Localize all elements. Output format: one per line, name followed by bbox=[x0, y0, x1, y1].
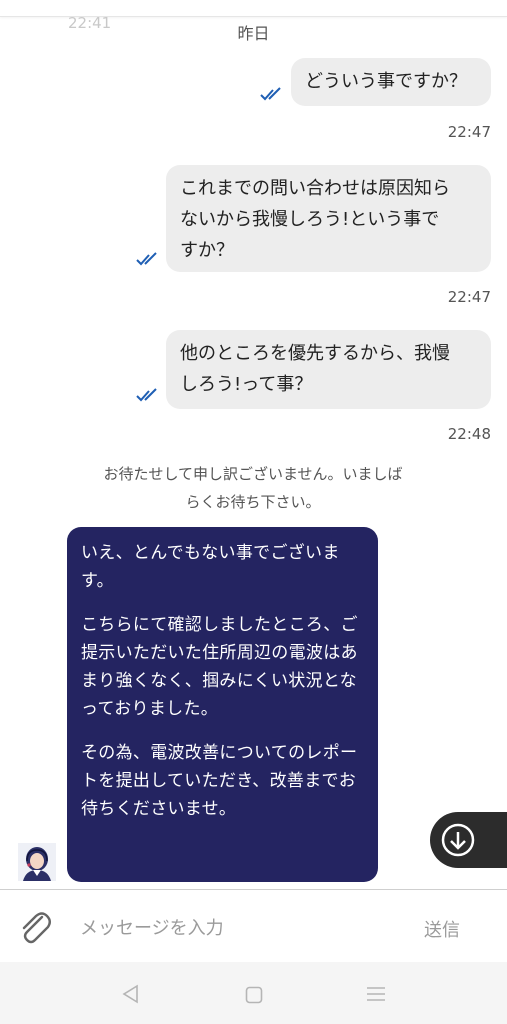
double-check-icon bbox=[136, 252, 157, 266]
message-time: 22:47 bbox=[447, 288, 491, 306]
double-check-icon bbox=[136, 388, 157, 402]
back-icon[interactable] bbox=[121, 984, 141, 1004]
agent-avatar bbox=[18, 843, 56, 881]
user-message[interactable]: 他のところを優先するから、我慢 しろう!って事？ bbox=[166, 330, 491, 409]
system-message: お待たせして申し訳ございません。いましば らくお待ち下さい。 bbox=[78, 460, 428, 516]
agent-paragraph: その為、電波改善についてのレポートを提出していただき、改善までお待ちくださいませ… bbox=[81, 743, 358, 819]
system-message-line: お待たせして申し訳ございません。いましば bbox=[103, 465, 403, 483]
send-button[interactable]: 送信 bbox=[424, 916, 460, 942]
system-nav-bar bbox=[0, 962, 507, 1024]
scroll-down-icon bbox=[441, 823, 475, 857]
user-message[interactable]: どういう事ですか？ bbox=[291, 58, 491, 106]
menu-icon[interactable] bbox=[366, 985, 386, 1003]
agent-message[interactable]: いえ、とんでもない事でございます。 こちらにて確認しましたところ、ご提示いただい… bbox=[67, 527, 378, 882]
message-line: 他のところを優先するから、我慢 bbox=[180, 343, 450, 364]
message-line: これまでの問い合わせは原因知ら bbox=[180, 178, 450, 199]
message-line: しろう!って事？ bbox=[180, 374, 313, 395]
scroll-to-bottom-button[interactable] bbox=[430, 812, 507, 868]
message-text: どういう事ですか？ bbox=[305, 71, 467, 92]
home-icon[interactable] bbox=[245, 986, 263, 1004]
message-time: 22:48 bbox=[447, 425, 491, 443]
message-line: ないから我慢しろう!という事で bbox=[180, 209, 440, 230]
double-check-icon bbox=[260, 87, 281, 101]
agent-paragraph: こちらにて確認しましたところ、ご提示いただいた住所周辺の電波はあまり強くなく、掴… bbox=[81, 615, 358, 719]
message-input[interactable] bbox=[78, 912, 402, 944]
message-time: 22:47 bbox=[447, 123, 491, 141]
message-composer: 送信 bbox=[0, 889, 507, 963]
paperclip-icon[interactable] bbox=[17, 908, 53, 946]
system-message-line: らくお待ち下さい。 bbox=[185, 493, 321, 511]
date-separator: 昨日 bbox=[237, 24, 270, 43]
agent-paragraph: いえ、とんでもない事でございます。 bbox=[81, 543, 340, 591]
message-line: すか？ bbox=[180, 240, 234, 261]
user-message[interactable]: これまでの問い合わせは原因知ら ないから我慢しろう!という事で すか？ bbox=[166, 165, 491, 272]
